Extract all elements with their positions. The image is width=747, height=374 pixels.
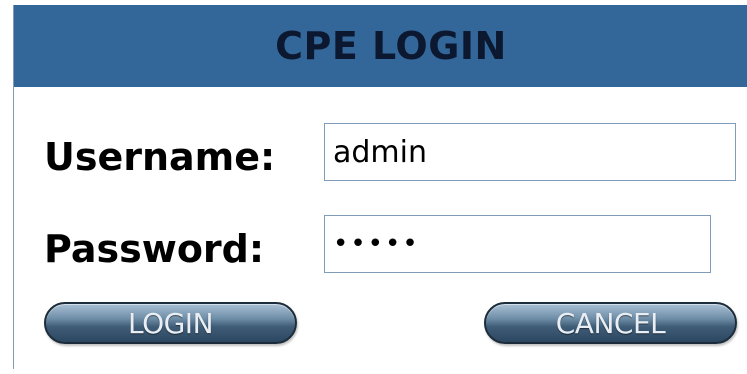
login-button-label: LOGIN [127,306,214,340]
username-field[interactable] [324,123,736,181]
cancel-button[interactable]: CANCEL [484,302,737,344]
login-button[interactable]: LOGIN [44,302,297,344]
login-header: CPE LOGIN [14,5,747,87]
password-field[interactable] [324,215,711,273]
password-label: Password: [44,227,265,271]
cancel-button-label: CANCEL [555,306,666,340]
page-title: CPE LOGIN [275,24,507,68]
username-label: Username: [44,135,276,179]
login-panel: CPE LOGIN Username: Password: LOGIN CANC… [13,5,747,369]
